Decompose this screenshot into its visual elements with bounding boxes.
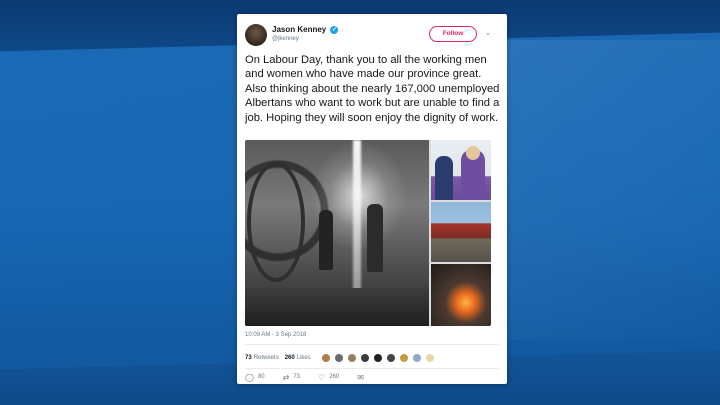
liker-avatar[interactable] — [372, 353, 383, 363]
divider — [245, 344, 499, 345]
retweets-count: 73 — [245, 355, 252, 361]
liker-avatar[interactable] — [346, 353, 357, 363]
likes-stat[interactable]: 260 Likes — [285, 355, 311, 361]
media-photo-main[interactable] — [245, 140, 429, 326]
liker-avatar[interactable] — [398, 353, 409, 363]
likes-count: 260 — [284, 355, 295, 361]
liker-avatar[interactable] — [333, 353, 344, 363]
liker-avatar[interactable] — [411, 353, 422, 363]
author-handle[interactable]: @jkenney — [272, 36, 299, 42]
retweets-stat[interactable]: 73 Retweets — [245, 355, 279, 361]
tweet-actions: ◯ 80 ⇄ 73 ♡ 260 ✉ — [245, 371, 386, 383]
photo-wheel-shape — [247, 162, 305, 282]
author-name[interactable]: Jason Kenney — [272, 25, 326, 34]
tweet-media-grid — [245, 140, 491, 326]
divider — [245, 368, 499, 369]
tweet-card: Jason Kenney ✓ @jkenney Follow ⌄ On Labo… — [237, 14, 507, 384]
photo-worker-figure — [367, 204, 383, 272]
reply-icon: ◯ — [245, 372, 254, 382]
liker-avatar[interactable] — [385, 353, 396, 363]
like-button[interactable]: ♡ 260 — [318, 373, 339, 382]
follow-button[interactable]: Follow — [429, 26, 477, 42]
reply-count: 80 — [257, 374, 265, 380]
like-count: 260 — [329, 374, 340, 380]
liker-avatar[interactable] — [424, 353, 435, 363]
retweet-icon: ⇄ — [282, 372, 290, 382]
media-photo-top-right[interactable] — [431, 140, 491, 200]
liker-avatar[interactable] — [320, 353, 331, 363]
tweet-timestamp[interactable]: 10:09 AM - 3 Sep 2018 — [245, 332, 306, 338]
liker-avatars — [320, 353, 438, 363]
retweets-label: Retweets — [253, 355, 279, 361]
author-avatar[interactable] — [245, 24, 267, 46]
media-photo-middle-right[interactable] — [431, 202, 491, 262]
photo-water-jet-shape — [353, 140, 361, 290]
media-photo-bottom-right[interactable] — [431, 264, 491, 326]
heart-icon: ♡ — [318, 372, 326, 382]
photo-ground-shape — [245, 288, 429, 326]
retweet-button[interactable]: ⇄ 73 — [283, 373, 300, 382]
photo-person-figure — [435, 156, 453, 200]
likes-label: Likes — [296, 355, 311, 361]
reply-button[interactable]: ◯ 80 — [245, 373, 265, 382]
direct-message-button[interactable]: ✉ — [357, 373, 368, 382]
author-name-row[interactable]: Jason Kenney ✓ — [272, 25, 339, 34]
background-sheen — [470, 40, 720, 340]
retweet-count: 73 — [293, 374, 301, 380]
verified-badge-icon: ✓ — [330, 25, 339, 34]
photo-person-head — [466, 146, 480, 160]
direct-message-icon: ✉ — [357, 372, 364, 382]
photo-worker-figure — [319, 210, 333, 270]
tweet-text: On Labour Day, thank you to all the work… — [245, 54, 500, 124]
engagement-stats: 73 Retweets 260 Likes — [245, 351, 438, 365]
liker-avatar[interactable] — [359, 353, 370, 363]
chevron-down-icon[interactable]: ⌄ — [483, 28, 493, 38]
